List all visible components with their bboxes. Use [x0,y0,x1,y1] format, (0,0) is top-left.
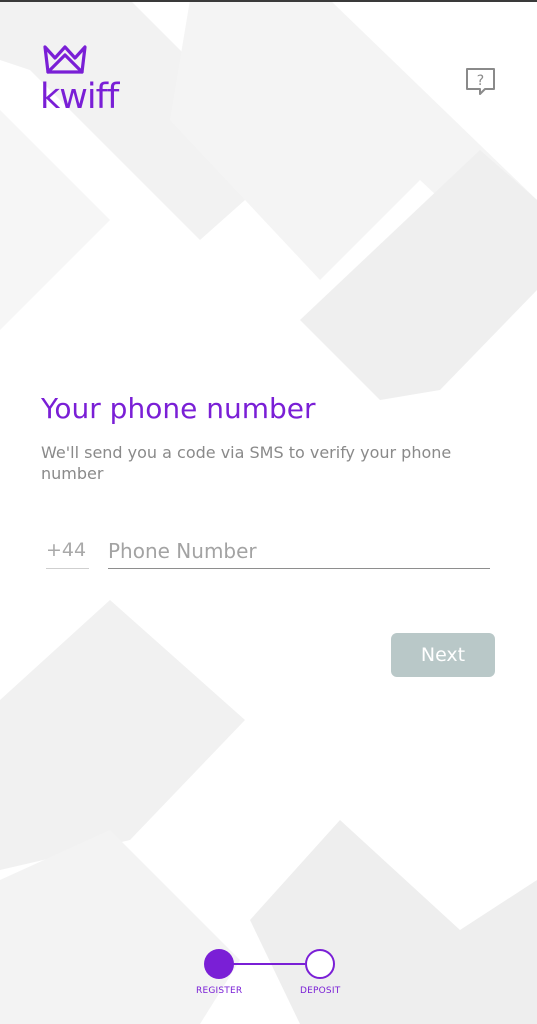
kwiff-logo: kwiff [40,42,122,122]
step-deposit-dot [305,949,335,979]
help-button[interactable]: ? [465,67,497,99]
phone-number-input[interactable] [108,533,490,569]
top-status-bar [0,0,537,2]
step-register-dot [204,949,234,979]
page-subtitle: We'll send you a code via SMS to verify … [41,443,452,483]
page-title: Your phone number [41,392,316,425]
logo-wordmark: kwiff [40,77,119,117]
country-code-selector[interactable]: +44 [46,535,89,569]
background-pattern [0,0,537,1024]
help-glyph: ? [477,73,484,89]
help-chat-icon: ? [466,68,495,95]
next-button[interactable]: Next [391,633,495,677]
crown-icon [43,45,87,74]
